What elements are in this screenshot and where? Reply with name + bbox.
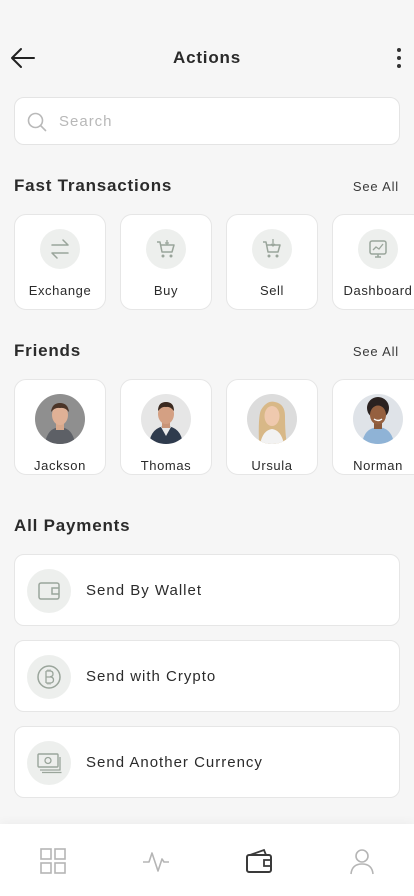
bitcoin-icon	[37, 665, 61, 689]
all-payments-title: All Payments	[14, 516, 131, 535]
transaction-card-label: Exchange	[28, 283, 92, 298]
transaction-card-buy[interactable]: Buy	[120, 214, 212, 310]
activity-icon	[143, 852, 169, 872]
wallet-icon	[246, 848, 272, 873]
payment-option-wallet[interactable]: Send By Wallet	[14, 554, 400, 626]
transaction-card-dashboard[interactable]: Dashboard	[332, 214, 414, 310]
friends-title: Friends	[14, 341, 82, 360]
payment-option-currency[interactable]: Send Another Currency	[14, 726, 400, 798]
friends-see-all-link[interactable]: See All	[353, 344, 399, 359]
payment-option-crypto[interactable]: Send with Crypto	[14, 640, 400, 712]
transaction-card-label: Buy	[153, 283, 179, 298]
transaction-card-label: Dashboard	[343, 283, 413, 298]
banknotes-icon	[37, 753, 62, 774]
payment-option-label: Send By Wallet	[86, 582, 202, 599]
friend-card-jackson[interactable]: Jackson	[14, 379, 106, 475]
friend-name: Norman	[353, 458, 403, 473]
payment-option-label: Send Another Currency	[86, 754, 263, 771]
nav-activity[interactable]	[141, 846, 171, 876]
avatar	[35, 394, 85, 444]
profile-icon	[350, 849, 374, 875]
friend-name: Jackson	[34, 458, 86, 473]
search-icon	[27, 112, 47, 132]
fast-transactions-see-all-link[interactable]: See All	[353, 179, 399, 194]
search-input[interactable]	[59, 98, 389, 144]
bottom-navigation	[0, 824, 414, 896]
avatar	[141, 394, 191, 444]
page-title: Actions	[173, 48, 241, 67]
friend-name: Thomas	[140, 458, 192, 473]
avatar	[353, 394, 403, 444]
grid-icon	[40, 848, 66, 874]
exchange-icon	[51, 239, 69, 259]
transaction-card-label: Sell	[259, 283, 285, 298]
friend-name: Ursula	[251, 458, 293, 473]
avatar	[247, 394, 297, 444]
wallet-icon	[38, 582, 60, 600]
payment-option-label: Send with Crypto	[86, 668, 217, 685]
transaction-card-exchange[interactable]: Exchange	[14, 214, 106, 310]
cart-download-icon	[263, 239, 281, 258]
nav-wallet[interactable]	[244, 846, 274, 876]
friend-card-norman[interactable]: Norman	[332, 379, 414, 475]
more-options-button[interactable]	[394, 46, 404, 70]
friend-card-ursula[interactable]: Ursula	[226, 379, 318, 475]
friends-list: Jackson Thomas Ursula Norman	[14, 379, 414, 475]
cart-icon	[157, 240, 175, 258]
nav-profile[interactable]	[347, 846, 377, 876]
fast-transactions-list: Exchange Buy Sell Dashboard	[14, 214, 414, 310]
top-bar: Actions	[0, 36, 414, 80]
nav-home[interactable]	[38, 846, 68, 876]
chart-monitor-icon	[369, 240, 387, 258]
search-bar[interactable]	[14, 97, 400, 145]
friend-card-thomas[interactable]: Thomas	[120, 379, 212, 475]
fast-transactions-title: Fast Transactions	[14, 176, 173, 195]
transaction-card-sell[interactable]: Sell	[226, 214, 318, 310]
